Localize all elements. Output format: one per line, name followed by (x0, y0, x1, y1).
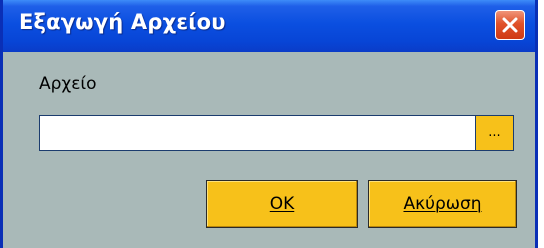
browse-button[interactable]: ... (476, 115, 514, 151)
cancel-button-label: Ακύρωση (403, 194, 482, 214)
ok-button[interactable]: OK (206, 180, 358, 228)
file-label: Αρχείο (39, 74, 97, 94)
cancel-button[interactable]: Ακύρωση (368, 180, 517, 228)
export-file-dialog: Εξαγωγή Αρχείου Αρχείο ... OK Ακύρωση (0, 0, 538, 248)
title-bar[interactable]: Εξαγωγή Αρχείου (3, 0, 535, 52)
file-path-input[interactable] (39, 115, 476, 151)
dialog-title: Εξαγωγή Αρχείου (19, 10, 226, 34)
ok-button-label: OK (269, 194, 295, 214)
close-button[interactable] (495, 10, 525, 40)
close-icon (502, 17, 518, 33)
